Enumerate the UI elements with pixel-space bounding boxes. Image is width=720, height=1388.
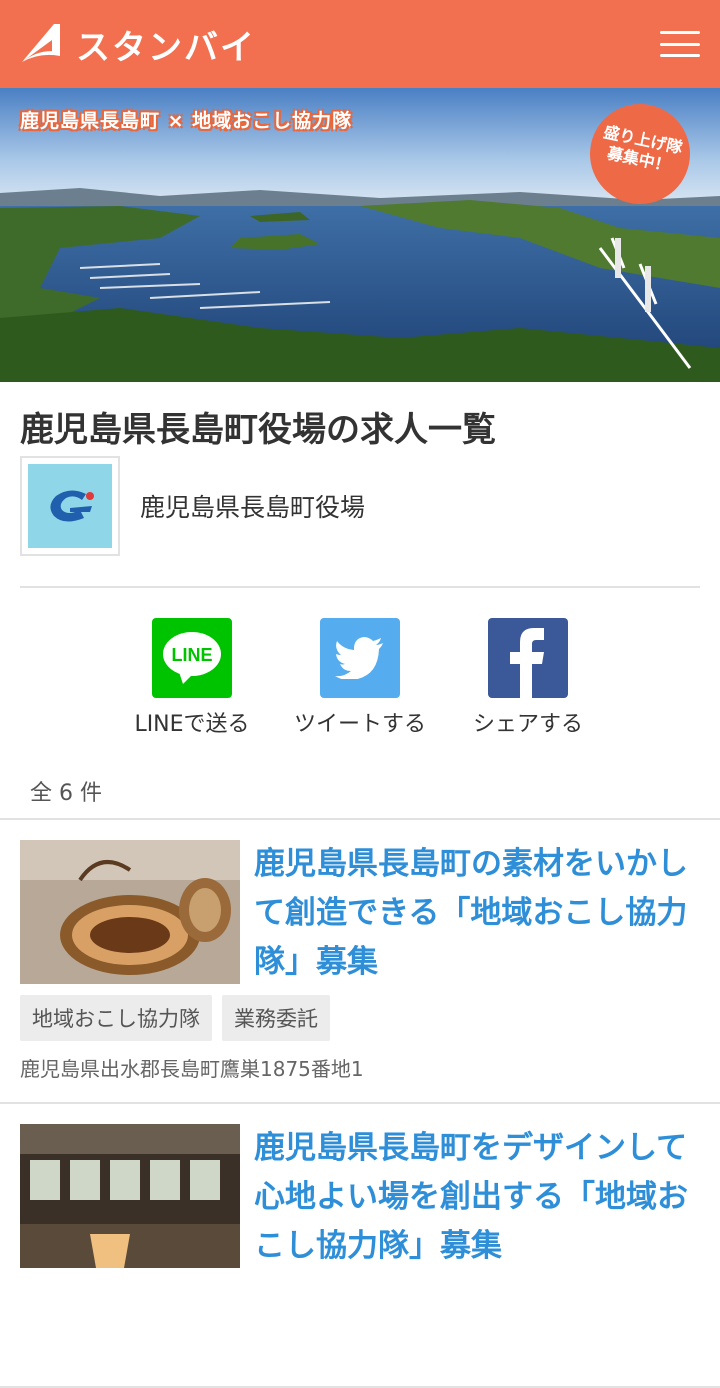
- job-list: 鹿児島県長島町の素材をいかして創造できる「地域おこし協力隊」募集 地域おこし協力…: [0, 818, 720, 1388]
- line-icon-text: LINE: [171, 645, 212, 665]
- line-icon: LINE: [152, 618, 232, 698]
- brand-name: スタンバイ: [76, 27, 256, 68]
- result-count: 全 6 件: [30, 781, 102, 806]
- share-buttons: LINE LINEで送る ツイートする シェアする: [0, 618, 720, 738]
- standby-logo[interactable]: スタンバイ: [20, 20, 256, 69]
- page-title: 鹿児島県長島町役場の求人一覧: [20, 410, 496, 450]
- share-twitter-label: ツイートする: [294, 712, 427, 737]
- share-twitter-button[interactable]: ツイートする: [294, 618, 427, 738]
- app-header: スタンバイ: [0, 0, 720, 88]
- job-thumbnail[interactable]: [20, 840, 240, 984]
- share-line-button[interactable]: LINE LINEで送る: [127, 618, 257, 738]
- facebook-icon: [488, 618, 568, 698]
- job-tag: 業務委託: [222, 995, 330, 1041]
- hero-caption: 鹿児島県長島町 × 地域おこし協力隊: [20, 110, 353, 132]
- job-tags: 地域おこし協力隊 業務委託: [20, 995, 700, 1041]
- standby-logo-icon: [22, 24, 60, 62]
- hamburger-menu-icon[interactable]: [660, 31, 700, 57]
- job-thumbnail[interactable]: [20, 1124, 240, 1268]
- share-facebook-button[interactable]: シェアする: [463, 618, 593, 738]
- job-item[interactable]: 鹿児島県長島町の素材をいかして創造できる「地域おこし協力隊」募集 地域おこし協力…: [0, 820, 720, 1104]
- job-item[interactable]: 鹿児島県長島町をデザインして心地よい場を創出する「地域おこし協力隊」募集: [0, 1104, 720, 1388]
- section-divider: [20, 586, 700, 588]
- twitter-icon: [320, 618, 400, 698]
- job-title[interactable]: 鹿児島県長島町をデザインして心地よい場を創出する「地域おこし協力隊」募集: [254, 1124, 700, 1271]
- share-line-label: LINEで送る: [134, 712, 250, 737]
- share-facebook-label: シェアする: [472, 712, 583, 737]
- company-name[interactable]: 鹿児島県長島町役場: [140, 488, 365, 524]
- job-tag: 地域おこし協力隊: [20, 995, 212, 1041]
- job-address: 鹿児島県出水郡長島町鷹巣1875番地1: [20, 1057, 364, 1081]
- company-emblem-icon: [28, 464, 112, 548]
- hero-banner: 鹿児島県長島町 × 地域おこし協力隊 盛り上げ隊 募集中！: [0, 88, 720, 382]
- company-info: 鹿児島県長島町役場: [20, 456, 365, 556]
- company-logo: [20, 456, 120, 556]
- job-title[interactable]: 鹿児島県長島町の素材をいかして創造できる「地域おこし協力隊」募集: [254, 840, 700, 987]
